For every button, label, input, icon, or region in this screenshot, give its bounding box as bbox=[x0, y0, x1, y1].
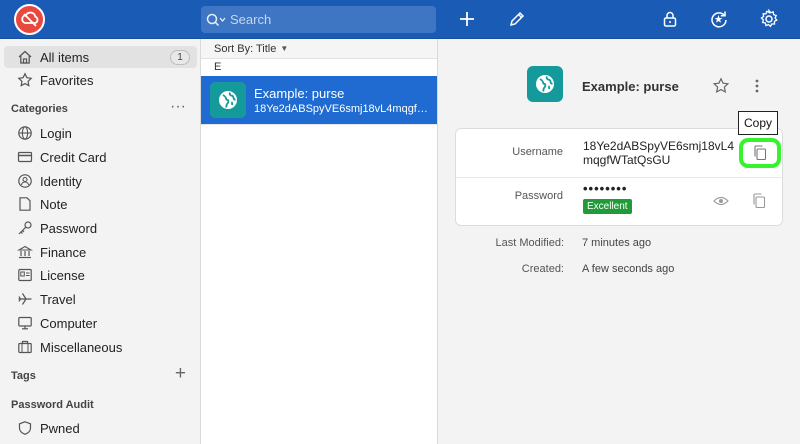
item-count-badge: 1 bbox=[170, 50, 190, 65]
sidebar-item-label: Travel bbox=[40, 291, 76, 307]
sidebar-item-favorites[interactable]: Favorites bbox=[4, 69, 197, 91]
edit-pencil-icon[interactable] bbox=[505, 7, 529, 31]
categories-heading: Categories bbox=[11, 103, 68, 115]
settings-gear-icon[interactable] bbox=[757, 7, 781, 31]
copy-username-button[interactable] bbox=[739, 138, 781, 168]
tags-heading: Tags bbox=[11, 370, 36, 382]
sidebar-item-label: Identity bbox=[40, 173, 82, 189]
sidebar-item-identity[interactable]: Identity bbox=[4, 170, 197, 192]
sidebar-item-label: Credit Card bbox=[40, 149, 107, 165]
list-item[interactable]: Example: purse 18Ye2dABSpyVE6smj18vL4mqg… bbox=[201, 76, 437, 124]
sidebar-item-finance[interactable]: Finance bbox=[4, 241, 197, 263]
list-item-subtitle: 18Ye2dABSpyVE6smj18vL4mqgfWTatQsGU bbox=[254, 102, 432, 115]
sidebar-item-all-items[interactable]: All items 1 bbox=[4, 46, 197, 68]
sidebar-item-label: All items bbox=[40, 49, 90, 65]
favorite-star-icon[interactable] bbox=[711, 76, 731, 96]
sidebar-item-miscellaneous[interactable]: Miscellaneous bbox=[4, 336, 197, 358]
briefcase-icon bbox=[17, 339, 33, 355]
sidebar: All items 1 Favorites Categories ··· Log… bbox=[0, 39, 201, 444]
sort-label: Sort By: Title bbox=[214, 42, 277, 55]
copy-icon bbox=[753, 193, 766, 209]
item-list: Sort By: Title ▼ E Example: purse 18Ye2d… bbox=[201, 39, 438, 444]
finance-icon bbox=[17, 244, 33, 260]
credit-card-icon bbox=[17, 149, 33, 165]
sync-icon[interactable] bbox=[707, 7, 731, 31]
computer-icon bbox=[17, 315, 33, 331]
globe-icon bbox=[527, 66, 563, 102]
field-divider bbox=[456, 177, 782, 178]
app-logo-icon[interactable] bbox=[14, 4, 45, 35]
sidebar-item-note[interactable]: Note bbox=[4, 193, 197, 215]
add-item-icon[interactable] bbox=[455, 7, 479, 31]
sidebar-item-label: Login bbox=[40, 125, 72, 141]
star-icon bbox=[17, 72, 33, 88]
list-divider bbox=[201, 124, 437, 125]
globe-icon bbox=[210, 82, 246, 118]
identity-icon bbox=[17, 173, 33, 189]
username-line-1: 18Ye2dABSpyVE6smj18vL4 bbox=[583, 139, 734, 153]
username-label: Username bbox=[512, 146, 563, 158]
copy-icon bbox=[754, 145, 767, 161]
add-tag-icon[interactable]: + bbox=[175, 363, 186, 385]
search-icon[interactable] bbox=[204, 6, 230, 33]
search-placeholder: Search bbox=[230, 12, 272, 27]
created-value: A few seconds ago bbox=[582, 263, 675, 275]
key-icon bbox=[17, 220, 33, 236]
sidebar-item-label: Computer bbox=[40, 315, 98, 331]
sidebar-item-label: Note bbox=[40, 196, 68, 212]
reveal-password-eye-icon[interactable] bbox=[711, 191, 731, 211]
password-audit-heading: Password Audit bbox=[11, 399, 94, 411]
sidebar-item-label: Miscellaneous bbox=[40, 339, 123, 355]
detail-pane: Example: purse Username 18Ye2dABSpyVE6sm… bbox=[438, 39, 800, 444]
created-label: Created: bbox=[521, 263, 564, 275]
credentials-card: Username 18Ye2dABSpyVE6smj18vL4 mqgfWTat… bbox=[455, 128, 783, 226]
sidebar-item-label: Favorites bbox=[40, 72, 94, 88]
item-title: Example: purse bbox=[582, 79, 679, 94]
last-modified-value: 7 minutes ago bbox=[582, 237, 652, 249]
last-modified-label: Last Modified: bbox=[495, 237, 564, 249]
sort-dropdown[interactable]: Sort By: Title ▼ bbox=[201, 39, 437, 59]
copy-tooltip: Copy bbox=[738, 111, 779, 135]
sidebar-item-password[interactable]: Password bbox=[4, 217, 197, 239]
note-icon bbox=[17, 196, 33, 212]
sidebar-item-label: License bbox=[40, 267, 85, 283]
license-icon bbox=[17, 267, 33, 283]
chevron-down-icon: ▼ bbox=[280, 44, 289, 53]
sidebar-item-label: Finance bbox=[40, 244, 87, 260]
list-item-title: Example: purse bbox=[254, 85, 345, 101]
categories-more-icon[interactable]: ··· bbox=[170, 98, 186, 116]
globe-icon bbox=[17, 125, 33, 141]
sidebar-item-license[interactable]: License bbox=[4, 264, 197, 286]
sidebar-item-pwned[interactable]: Pwned bbox=[4, 417, 197, 439]
sidebar-item-label: Password bbox=[40, 220, 98, 236]
section-letter: E bbox=[214, 61, 222, 73]
top-bar: Search bbox=[0, 0, 800, 39]
plane-icon bbox=[17, 291, 33, 307]
password-label: Password bbox=[514, 190, 563, 202]
sidebar-item-login[interactable]: Login bbox=[4, 122, 197, 144]
copy-password-button[interactable] bbox=[749, 191, 769, 211]
sidebar-item-computer[interactable]: Computer bbox=[4, 312, 197, 334]
shield-icon bbox=[17, 420, 33, 436]
sidebar-item-credit-card[interactable]: Credit Card bbox=[4, 146, 197, 168]
username-line-2: mqgfWTatQsGU bbox=[583, 153, 671, 167]
username-value[interactable]: 18Ye2dABSpyVE6smj18vL4 mqgfWTatQsGU bbox=[583, 139, 734, 167]
home-icon bbox=[17, 49, 33, 65]
password-strength-badge: Excellent bbox=[583, 199, 632, 214]
more-options-icon[interactable] bbox=[750, 76, 764, 96]
search-input[interactable]: Search bbox=[201, 6, 436, 33]
password-masked-value[interactable]: •••••••• bbox=[583, 181, 627, 196]
sidebar-item-label: Pwned bbox=[40, 420, 80, 436]
sidebar-item-travel[interactable]: Travel bbox=[4, 288, 197, 310]
lock-icon[interactable] bbox=[658, 7, 682, 31]
